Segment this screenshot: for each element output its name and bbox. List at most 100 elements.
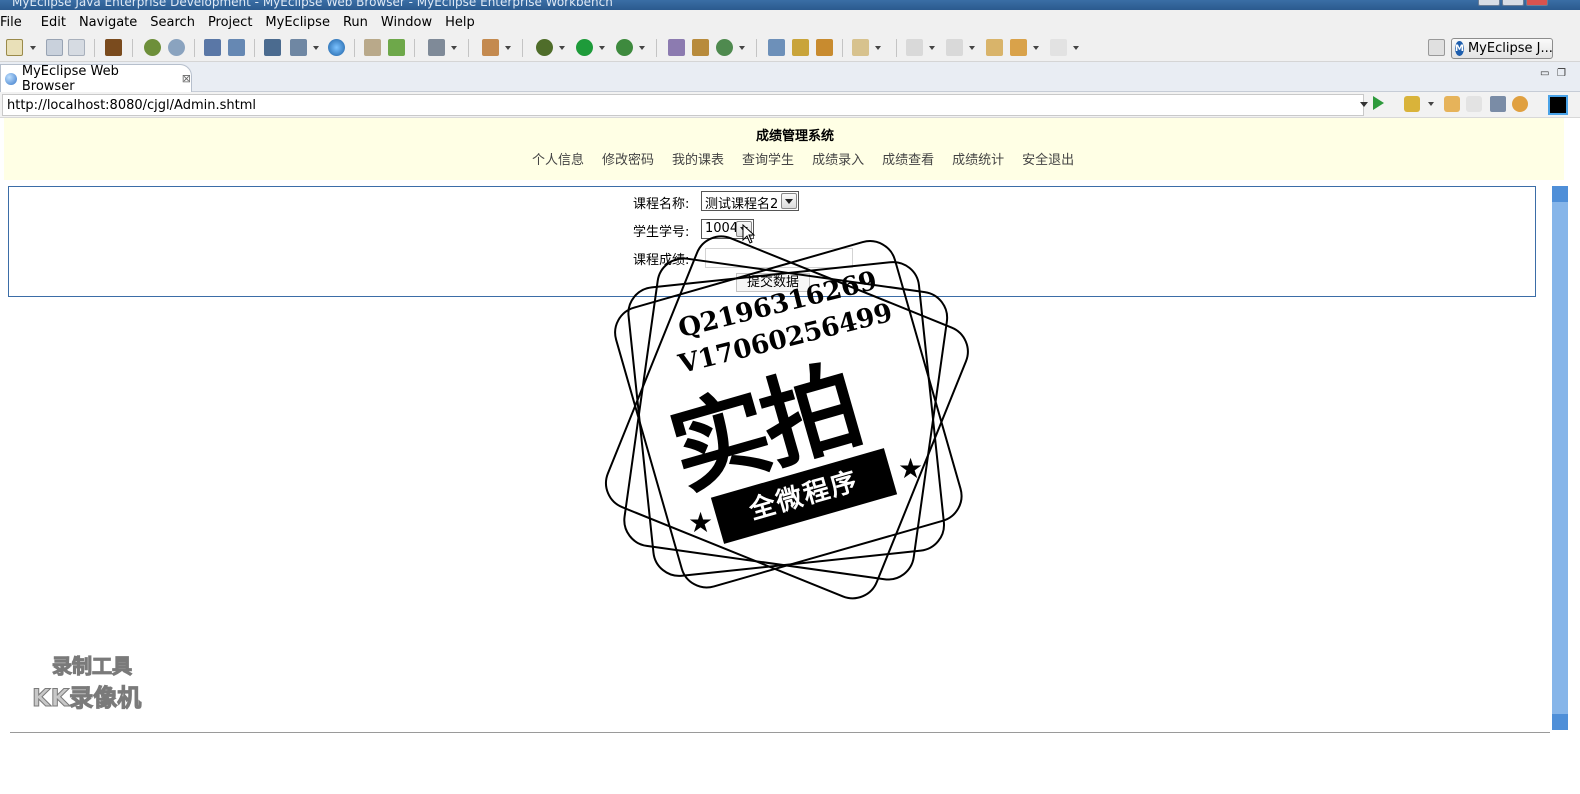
tab-myeclipse-web-browser[interactable]: MyEclipse Web Browser ⊠ <box>0 64 192 94</box>
menu-edit[interactable]: Edit <box>41 15 75 30</box>
score-input[interactable] <box>705 248 853 268</box>
open-type-icon[interactable] <box>768 39 785 56</box>
new-class-icon[interactable] <box>668 39 685 56</box>
scroll-up-icon[interactable] <box>1552 186 1568 202</box>
menu-window[interactable]: Window <box>381 15 441 30</box>
new-wizard-dropdown-icon[interactable] <box>505 46 511 50</box>
run-icon[interactable] <box>576 39 593 56</box>
maximize-editor-icon[interactable]: ❐ <box>1557 68 1566 79</box>
course-select[interactable]: 测试课程名2 <box>701 191 799 212</box>
score-label: 课程成绩: <box>633 253 690 268</box>
browser-forward-icon[interactable] <box>1466 96 1482 112</box>
maximize-window-button[interactable] <box>1502 0 1524 6</box>
url-history-dropdown-icon[interactable] <box>1360 102 1368 107</box>
score-entry-form: 课程名称: 测试课程名2 学生学号: 1004 课程成绩: 提交数据 <box>8 186 1536 297</box>
browser-globe-icon[interactable] <box>328 39 345 56</box>
menu-project[interactable]: Project <box>208 15 261 30</box>
nav-link-personal-info[interactable]: 个人信息 <box>532 149 584 168</box>
page-title: 成绩管理系统 <box>755 129 834 144</box>
url-input[interactable]: http://localhost:8080/cjgl/Admin.shtml <box>2 94 1364 116</box>
nav-link-score-stats[interactable]: 成绩统计 <box>952 149 1004 168</box>
minimize-editor-icon[interactable]: ▭ <box>1540 68 1549 79</box>
close-window-button[interactable] <box>1526 0 1548 6</box>
open-task-icon[interactable] <box>792 39 809 56</box>
new-icon[interactable] <box>6 39 23 56</box>
vertical-scrollbar[interactable] <box>1552 186 1568 730</box>
myeclipse-logo-icon: M <box>1455 41 1464 56</box>
score-row: 课程成绩: <box>633 249 701 268</box>
database-icon[interactable] <box>264 39 281 56</box>
favorites-dropdown-icon[interactable] <box>1428 102 1434 106</box>
debug-dropdown-icon[interactable] <box>559 46 565 50</box>
external-tools-dropdown-icon[interactable] <box>639 46 645 50</box>
server-icon[interactable] <box>168 39 185 56</box>
back-dropdown-icon[interactable] <box>1033 46 1039 50</box>
scroll-down-icon[interactable] <box>1552 714 1568 730</box>
menu-search[interactable]: Search <box>150 15 204 30</box>
report-dropdown-icon[interactable] <box>313 46 319 50</box>
new-package-icon[interactable] <box>692 39 709 56</box>
new-dropdown-icon[interactable] <box>30 46 36 50</box>
go-icon[interactable] <box>1373 96 1384 110</box>
web-content: 成绩管理系统 个人信息 修改密码 我的课表 查询学生 成绩录入 成绩查看 成绩统… <box>4 118 1568 794</box>
menu-help[interactable]: Help <box>445 15 484 30</box>
screenshot-icon[interactable] <box>428 39 445 56</box>
nav-link-query-students[interactable]: 查询学生 <box>742 149 794 168</box>
nav-link-score-view[interactable]: 成绩查看 <box>882 149 934 168</box>
new-wizard-icon[interactable] <box>482 39 499 56</box>
last-edit-icon[interactable] <box>986 39 1003 56</box>
menu-run[interactable]: Run <box>343 15 377 30</box>
external-tools-icon[interactable] <box>616 39 633 56</box>
close-tab-icon[interactable]: ⊠ <box>182 72 191 85</box>
student-row: 学生学号: <box>633 221 701 240</box>
divider <box>10 732 1550 733</box>
next-annotation-icon[interactable] <box>906 39 923 56</box>
editor-tab-row: MyEclipse Web Browser ⊠ <box>0 62 1580 94</box>
debug-server-icon[interactable] <box>144 39 161 56</box>
next-annotation-dropdown-icon[interactable] <box>929 46 935 50</box>
menu-myeclipse[interactable]: MyEclipse <box>265 15 339 30</box>
forward-icon[interactable] <box>1050 39 1067 56</box>
report-icon[interactable] <box>290 39 307 56</box>
main-toolbar <box>0 34 1580 62</box>
nav-link-my-schedule[interactable]: 我的课表 <box>672 149 724 168</box>
browser-menu-icon[interactable] <box>1548 95 1568 115</box>
menu-file[interactable]: File <box>0 15 31 30</box>
refresh-dropdown-icon[interactable] <box>739 46 745 50</box>
refresh-icon[interactable] <box>716 39 733 56</box>
chevron-down-icon[interactable] <box>781 193 797 209</box>
submit-button[interactable]: 提交数据 <box>736 273 810 292</box>
open-project-dropdown-icon[interactable] <box>875 46 881 50</box>
favorites-icon[interactable] <box>1404 96 1420 112</box>
nav-link-logout[interactable]: 安全退出 <box>1022 149 1074 168</box>
menu-navigate[interactable]: Navigate <box>79 15 146 30</box>
save-icon[interactable] <box>46 39 63 56</box>
undeploy-icon[interactable] <box>228 39 245 56</box>
browser-back-icon[interactable] <box>1444 96 1460 112</box>
browser-stop-icon[interactable] <box>1490 96 1506 112</box>
nav-link-score-entry[interactable]: 成绩录入 <box>812 149 864 168</box>
minimize-window-button[interactable] <box>1478 0 1500 6</box>
forward-dropdown-icon[interactable] <box>1073 46 1079 50</box>
course-label: 课程名称: <box>633 197 690 212</box>
deploy-icon[interactable] <box>204 39 221 56</box>
watermark-line1: 录制工具 <box>52 654 133 679</box>
screenshot-dropdown-icon[interactable] <box>451 46 457 50</box>
open-folder-icon[interactable] <box>364 39 381 56</box>
run-dropdown-icon[interactable] <box>599 46 605 50</box>
debug-icon[interactable] <box>536 39 553 56</box>
browser-refresh-icon[interactable] <box>1512 96 1528 112</box>
search-file-icon[interactable] <box>816 39 833 56</box>
page-nav: 个人信息 修改密码 我的课表 查询学生 成绩录入 成绩查看 成绩统计 安全退出 <box>532 149 1092 168</box>
previous-annotation-dropdown-icon[interactable] <box>969 46 975 50</box>
back-icon[interactable] <box>1010 39 1027 56</box>
previous-annotation-icon[interactable] <box>946 39 963 56</box>
package-icon[interactable] <box>105 39 122 56</box>
perspective-switcher[interactable]: M MyEclipse J... <box>1451 38 1553 59</box>
course-row: 课程名称: <box>633 193 701 212</box>
save-all-icon[interactable] <box>68 39 85 56</box>
nav-link-change-password[interactable]: 修改密码 <box>602 149 654 168</box>
open-perspective-icon[interactable] <box>1428 39 1445 56</box>
run-app-icon[interactable] <box>388 39 405 56</box>
open-project-icon[interactable] <box>852 39 869 56</box>
